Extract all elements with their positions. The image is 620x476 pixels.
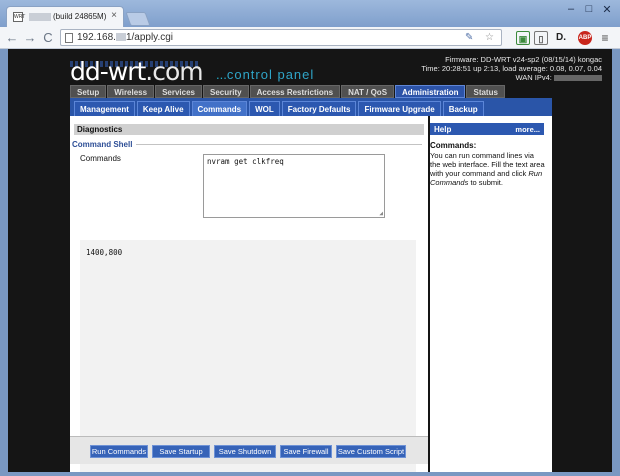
- tab-services[interactable]: Services: [155, 85, 202, 98]
- subtab-factory-defaults[interactable]: Factory Defaults: [281, 101, 357, 116]
- control-panel-title: ...control panel: [216, 67, 314, 82]
- save-custom-script-button[interactable]: Save Custom Script: [336, 445, 406, 458]
- reload-icon[interactable]: C: [40, 30, 56, 46]
- logo-dotcom: .com: [145, 57, 203, 86]
- button-bar: Run Commands Save Startup Save Shutdown Sav…: [70, 436, 428, 464]
- extension-icon[interactable]: ▣: [516, 31, 530, 45]
- wan-info: WAN IPv4:: [421, 73, 602, 82]
- back-arrow-icon[interactable]: ←: [4, 30, 20, 46]
- section-title: Diagnostics: [74, 124, 424, 135]
- subtab-keep-alive[interactable]: Keep Alive: [136, 101, 190, 116]
- tab-title-text: (build 24865M): [53, 12, 107, 21]
- ddwrt-logo: dd-wrt.com: [70, 57, 204, 86]
- subtab-firmware-upgrade[interactable]: Firmware Upgrade: [358, 101, 441, 116]
- adblock-icon[interactable]: ABP: [578, 31, 592, 45]
- forward-arrow-icon[interactable]: →: [22, 30, 38, 46]
- router-info: Firmware: DD-WRT v24-sp2 (08/15/14) kong…: [421, 55, 602, 82]
- sub-nav-bar: Management Keep Alive Commands WOL Factory D…: [70, 98, 552, 116]
- tab-administration[interactable]: Administration: [395, 85, 466, 98]
- url-path: 1/apply.cgi: [125, 32, 174, 43]
- main-content: Diagnostics Command Shell Commands nvram…: [70, 116, 428, 472]
- redacted-hostname: [29, 12, 51, 21]
- help-more-link[interactable]: more...: [515, 125, 540, 134]
- sub-nav-tabs: Management Keep Alive Commands WOL Factory D…: [74, 101, 484, 116]
- commands-label: Commands: [80, 154, 121, 163]
- wan-label: WAN IPv4:: [515, 73, 552, 82]
- run-commands-button[interactable]: Run Commands: [90, 445, 148, 458]
- page-icon: [65, 33, 73, 43]
- minimize-icon[interactable]: –: [564, 3, 578, 15]
- redacted-ip: [115, 33, 126, 42]
- new-tab-button[interactable]: [125, 12, 151, 26]
- firmware-info: Firmware: DD-WRT v24-sp2 (08/15/14) kong…: [445, 55, 602, 64]
- tab-title: (build 24865M): [29, 12, 109, 23]
- ddwrt-page: dd-wrt.com ...control panel Firmware: DD…: [8, 49, 612, 472]
- help-subtitle: Commands:: [430, 141, 477, 150]
- browser-toolbar: ← → C 192.168. 1/apply.cgi ✎ ☆ ▣ ▯ D. ABP…: [0, 27, 620, 49]
- subtitle-text: control panel: [226, 67, 315, 82]
- tab-close-icon[interactable]: ×: [111, 10, 117, 21]
- translate-icon[interactable]: ✎: [465, 32, 473, 43]
- tab-nat-qos[interactable]: NAT / QoS: [341, 85, 395, 98]
- subtab-management[interactable]: Management: [74, 101, 135, 116]
- subtitle-dots: ...: [216, 67, 227, 82]
- ddwrt-favicon-icon: WRT: [13, 12, 26, 22]
- page-action-icon[interactable]: ▯: [534, 31, 548, 45]
- uptime-info: Time: 20:28:51 up 2:13, load average: 0.…: [421, 64, 602, 73]
- close-window-icon[interactable]: ✕: [600, 3, 614, 16]
- resize-handle-icon[interactable]: ◢: [379, 210, 383, 217]
- save-startup-button[interactable]: Save Startup: [152, 445, 210, 458]
- help-text-part2: to submit.: [468, 178, 503, 187]
- main-nav-tabs: Setup Wireless Services Security Access Rest…: [70, 85, 505, 98]
- d-extension-icon[interactable]: D.: [554, 31, 568, 45]
- bookmark-star-icon[interactable]: ☆: [485, 32, 494, 43]
- tab-security[interactable]: Security: [203, 85, 249, 98]
- subtab-backup[interactable]: Backup: [442, 101, 484, 116]
- help-header: Help more...: [430, 123, 544, 135]
- fieldset-divider: [136, 144, 422, 145]
- commands-value: nvram get clkfreq: [207, 157, 284, 166]
- tab-status[interactable]: Status: [466, 85, 505, 98]
- tab-wireless[interactable]: Wireless: [107, 85, 155, 98]
- logo-main: dd-wrt: [70, 57, 146, 86]
- help-title: Help: [434, 125, 452, 134]
- tab-access-restrictions[interactable]: Access Restrictions: [249, 85, 341, 98]
- browser-tab[interactable]: WRT (build 24865M) ×: [6, 6, 124, 27]
- redacted-wan-ip: [554, 75, 602, 82]
- save-shutdown-button[interactable]: Save Shutdown: [214, 445, 276, 458]
- url-host: 192.168.: [77, 32, 116, 43]
- fieldset-legend: Command Shell: [72, 140, 133, 149]
- command-output: 1400,800: [80, 240, 416, 422]
- subtab-wol[interactable]: WOL: [249, 101, 280, 116]
- subtab-commands[interactable]: Commands: [191, 101, 248, 116]
- help-text: You can run command lines via the web in…: [430, 151, 546, 187]
- tab-setup[interactable]: Setup: [70, 85, 107, 98]
- browser-menu-icon[interactable]: ≡: [598, 31, 612, 45]
- commands-textarea[interactable]: nvram get clkfreq ◢: [203, 154, 385, 218]
- save-firewall-button[interactable]: Save Firewall: [280, 445, 332, 458]
- address-bar[interactable]: 192.168. 1/apply.cgi ✎ ☆: [60, 29, 502, 46]
- url-text[interactable]: 192.168. 1/apply.cgi: [77, 32, 173, 43]
- browser-titlebar: WRT (build 24865M) × – □ ✕: [0, 0, 620, 27]
- maximize-icon[interactable]: □: [582, 3, 596, 15]
- help-panel: Help more... Commands: You can run comma…: [430, 116, 552, 472]
